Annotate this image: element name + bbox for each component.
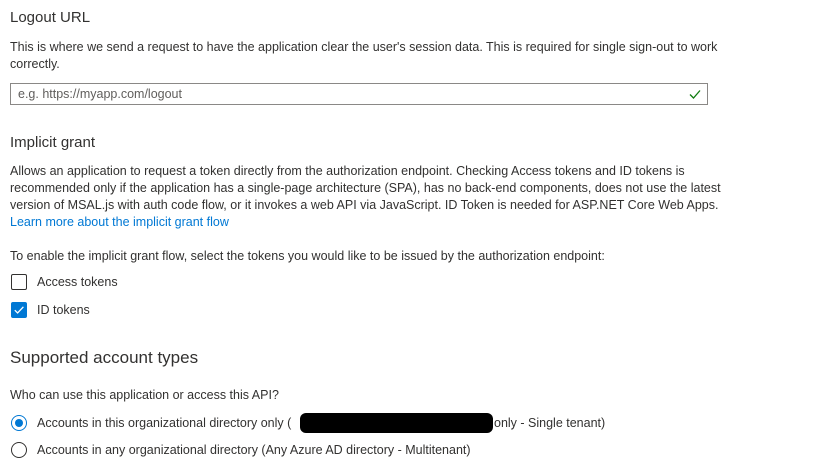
- logout-url-field[interactable]: [10, 83, 708, 105]
- logout-url-input[interactable]: [11, 84, 678, 104]
- id-tokens-checkbox[interactable]: [11, 302, 27, 318]
- implicit-grant-description-text: Allows an application to request a token…: [10, 164, 721, 212]
- access-tokens-label: Access tokens: [37, 275, 118, 289]
- multitenant-label: Accounts in any organizational directory…: [37, 443, 471, 457]
- implicit-grant-instruction: To enable the implicit grant flow, selec…: [10, 249, 605, 263]
- multitenant-option[interactable]: Accounts in any organizational directory…: [11, 442, 631, 460]
- single-tenant-radio[interactable]: [11, 415, 27, 431]
- redacted-tenant-name: [300, 413, 493, 433]
- access-tokens-checkbox[interactable]: [11, 274, 27, 290]
- id-tokens-option[interactable]: ID tokens: [11, 302, 211, 320]
- id-tokens-label: ID tokens: [37, 303, 90, 317]
- access-tokens-option[interactable]: Access tokens: [11, 274, 211, 292]
- logout-url-heading: Logout URL: [10, 9, 91, 26]
- multitenant-radio[interactable]: [11, 442, 27, 458]
- learn-more-implicit-link[interactable]: Learn more about the implicit grant flow: [10, 215, 229, 229]
- account-types-heading: Supported account types: [10, 348, 199, 367]
- single-tenant-label-suffix: only - Single tenant): [494, 416, 606, 430]
- single-tenant-option[interactable]: Accounts in this organizational director…: [11, 413, 631, 433]
- implicit-grant-heading: Implicit grant: [10, 134, 96, 151]
- single-tenant-label-prefix: Accounts in this organizational director…: [37, 416, 292, 430]
- valid-check-icon: [689, 90, 701, 99]
- account-types-question: Who can use this application or access t…: [10, 388, 279, 402]
- implicit-grant-description: Allows an application to request a token…: [10, 163, 722, 231]
- checkmark-icon: [14, 306, 24, 314]
- logout-url-description: This is where we send a request to have …: [10, 40, 718, 71]
